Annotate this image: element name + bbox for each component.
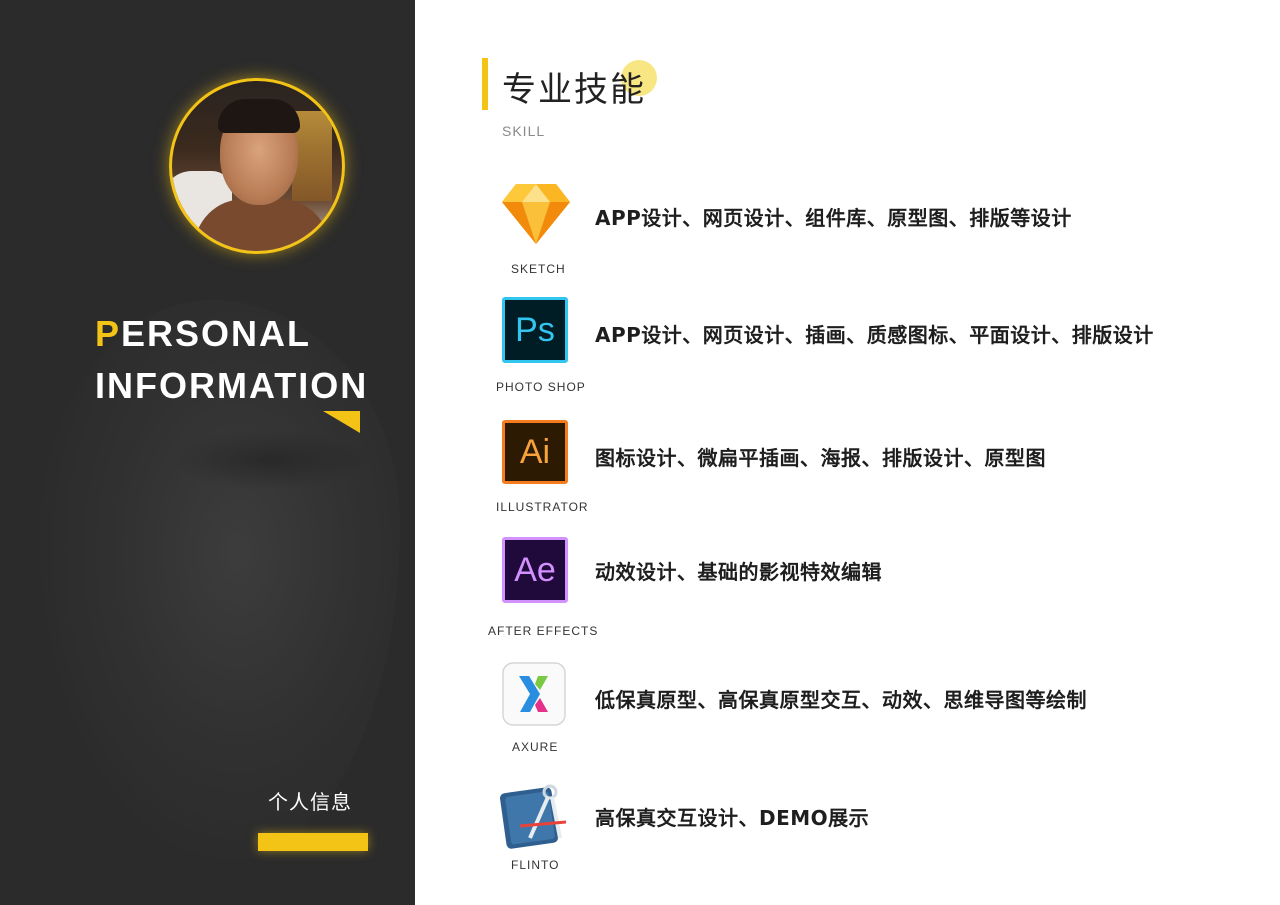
illustrator-icon: Ai	[502, 420, 568, 484]
personal-info-label: 个人信息	[268, 790, 352, 814]
skill-item-illustrator: Ai ILLUSTRATOR 图标设计、微扁平插画、海报、排版设计、原型图	[480, 420, 1260, 530]
skill-tool-label: FLINTO	[511, 858, 560, 872]
accent-bar	[258, 833, 368, 851]
skill-tool-label: PHOTO SHOP	[496, 380, 586, 394]
sketch-icon	[502, 180, 570, 246]
section-title: 专业技能	[502, 70, 646, 110]
avatar	[169, 78, 345, 254]
skill-item-photoshop: Ps PHOTO SHOP APP设计、网页设计、插画、质感图标、平面设计、排版…	[480, 297, 1260, 407]
title-accent-letter: P	[95, 313, 122, 354]
title-line-2: INFORMATION	[95, 365, 369, 406]
skill-description: APP设计、网页设计、组件库、原型图、排版等设计	[595, 206, 1072, 230]
skill-tool-label: SKETCH	[511, 262, 566, 276]
skill-description: 动效设计、基础的影视特效编辑	[595, 560, 882, 584]
skill-tool-label: ILLUSTRATOR	[496, 500, 589, 514]
section-title-bar	[482, 58, 488, 110]
skill-tool-label: AXURE	[512, 740, 559, 754]
corner-triangle-decoration	[323, 411, 360, 433]
skill-item-axure: AXURE 低保真原型、高保真原型交互、动效、思维导图等绘制	[480, 662, 1260, 772]
skill-tool-label: AFTER EFFECTS	[488, 624, 599, 638]
skill-item-flinto: FLINTO 高保真交互设计、DEMO展示	[480, 780, 1260, 890]
skill-description: 高保真交互设计、DEMO展示	[595, 806, 870, 830]
left-panel: PERSONAL INFORMATION 个人信息	[0, 0, 415, 905]
title-line-1-rest: ERSONAL	[121, 313, 312, 354]
flinto-icon	[500, 780, 570, 850]
photoshop-icon: Ps	[502, 297, 568, 363]
personal-information-title: PERSONAL INFORMATION	[95, 308, 368, 412]
title-line-1: PERSONAL	[95, 308, 368, 360]
section-subtitle: SKILL	[502, 123, 546, 139]
axure-icon	[502, 662, 566, 726]
after-effects-icon: Ae	[502, 537, 568, 603]
skill-item-sketch: SKETCH APP设计、网页设计、组件库、原型图、排版等设计	[480, 180, 1260, 290]
skill-description: APP设计、网页设计、插画、质感图标、平面设计、排版设计	[595, 323, 1154, 347]
skill-description: 图标设计、微扁平插画、海报、排版设计、原型图	[595, 446, 1046, 470]
skill-item-after-effects: Ae AFTER EFFECTS 动效设计、基础的影视特效编辑	[480, 537, 1260, 647]
skill-description: 低保真原型、高保真原型交互、动效、思维导图等绘制	[595, 688, 1087, 712]
background-face-shadow	[170, 430, 370, 490]
